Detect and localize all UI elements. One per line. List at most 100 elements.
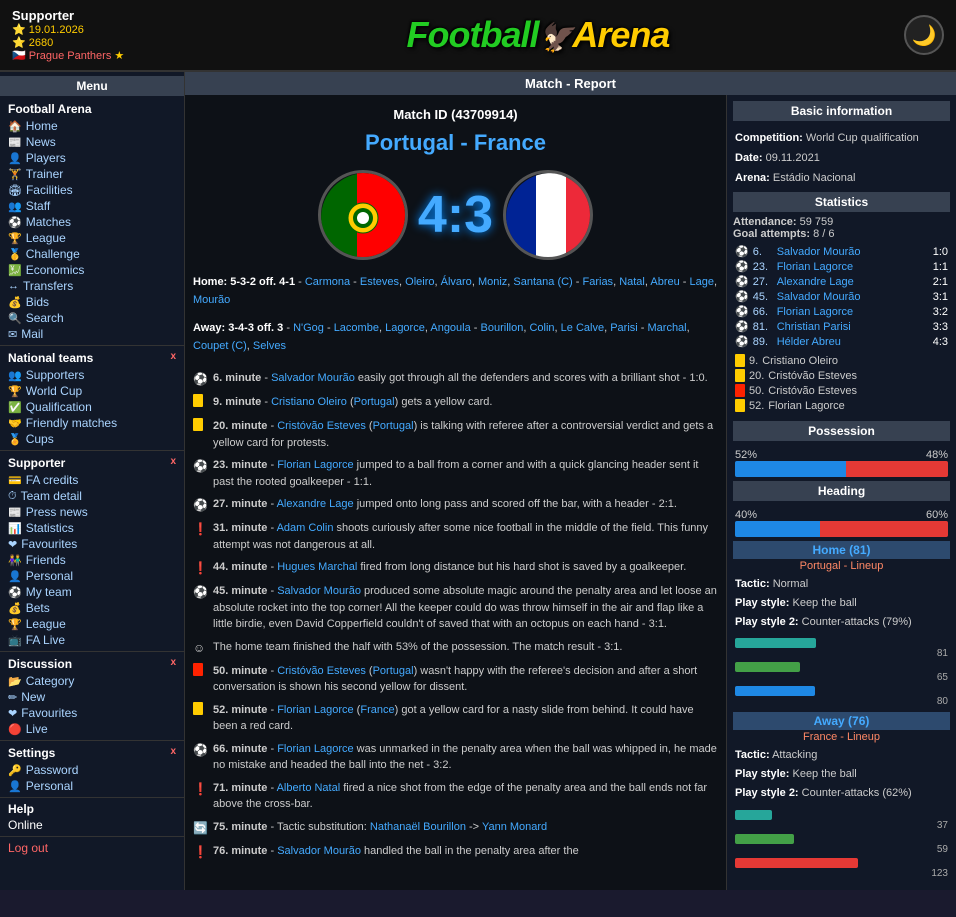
sidebar-item-friendly[interactable]: 🤝Friendly matches — [0, 415, 184, 431]
home-lineup-sub[interactable]: Portugal - Lineup — [733, 559, 950, 573]
ev-colin[interactable]: Adam Colin — [277, 522, 334, 534]
sidebar-item-transfers[interactable]: ↔Transfers — [0, 278, 184, 294]
event-icon-3 — [193, 418, 209, 436]
ev-natal[interactable]: Alberto Natal — [277, 782, 341, 794]
sidebar-item-team-detail[interactable]: ⏱Team detail — [0, 488, 184, 504]
sidebar-item-fa-live[interactable]: 📺FA Live — [0, 632, 184, 648]
ev-monard[interactable]: Yann Monard — [482, 821, 547, 833]
ev-esteves2[interactable]: Cristóvão Esteves — [277, 665, 366, 677]
ev-lagorce1[interactable]: Florian Lagorce — [277, 459, 353, 471]
goal-row-7: ⚽ 89. Hélder Abreu 4:3 — [733, 334, 950, 349]
sidebar-item-logout[interactable]: Log out — [0, 840, 184, 856]
player-selves[interactable]: Selves — [253, 340, 286, 352]
sidebar-item-mail[interactable]: ✉Mail — [0, 326, 184, 342]
ev-marchal[interactable]: Hugues Marchal — [277, 561, 357, 573]
sidebar-item-qualification[interactable]: ✅Qualification — [0, 399, 184, 415]
away-lineup-text: Away: 3-4-3 off. 3 - N'Gog - Lacombe, La… — [193, 316, 718, 359]
sidebar-item-statistics[interactable]: 📊Statistics — [0, 520, 184, 536]
player-marchal[interactable]: Marchal — [648, 322, 687, 334]
sidebar-item-players[interactable]: 👤Players — [0, 150, 184, 166]
card-player-4[interactable]: Florian Lagorce — [768, 400, 844, 412]
player-mourao[interactable]: Mourão — [193, 294, 230, 306]
player-lacombe[interactable]: Lacombe — [334, 322, 379, 334]
sidebar-item-news[interactable]: 📰News — [0, 134, 184, 150]
sidebar-item-new[interactable]: ✏New — [0, 689, 184, 705]
player-coupet[interactable]: Coupet (C) — [193, 340, 247, 352]
ev-salvador2[interactable]: Salvador Mourão — [277, 585, 361, 597]
ev-salvador3[interactable]: Salvador Mourão — [277, 845, 361, 857]
player-parisi[interactable]: Parisi — [610, 322, 638, 334]
card-player-3[interactable]: Cristóvão Esteves — [768, 385, 857, 397]
player-esteves[interactable]: Esteves — [360, 276, 399, 288]
card-player-2[interactable]: Cristóvão Esteves — [768, 370, 857, 382]
match-side: Basic information Competition: World Cup… — [726, 95, 956, 890]
ev-oleiro[interactable]: Cristiano Oleiro — [271, 396, 347, 408]
sidebar-item-fav[interactable]: ❤Favourites — [0, 705, 184, 721]
player-carmona[interactable]: Carmona — [305, 276, 350, 288]
heading-away — [820, 521, 948, 537]
ev-lagorce3[interactable]: Florian Lagorce — [277, 743, 353, 755]
sidebar-item-home[interactable]: 🏠Home — [0, 118, 184, 134]
sidebar-item-myteam[interactable]: ⚽My team — [0, 584, 184, 600]
sidebar-item-worldcup[interactable]: 🏆World Cup — [0, 383, 184, 399]
event-icon-12: ⚽ — [193, 741, 209, 759]
sidebar-item-economics[interactable]: 💹Economics — [0, 262, 184, 278]
goal-player-7[interactable]: Hélder Abreu — [777, 336, 914, 348]
sidebar-item-personal2[interactable]: 👤Personal — [0, 778, 184, 794]
section-national: National teamsx — [0, 349, 184, 367]
score-area: 4:3 — [193, 160, 718, 270]
sidebar-item-live[interactable]: 🔴Live — [0, 721, 184, 737]
goal-player-5[interactable]: Florian Lagorce — [777, 306, 914, 318]
sidebar-item-matches[interactable]: ⚽Matches — [0, 214, 184, 230]
goal-player-4[interactable]: Salvador Mourão — [777, 291, 914, 303]
sidebar-item-facilities[interactable]: 🏟Facilities — [0, 182, 184, 198]
ev-esteves1[interactable]: Cristóvão Esteves — [277, 420, 366, 432]
sidebar-item-fa-credits[interactable]: 💳FA credits — [0, 472, 184, 488]
sidebar-item-staff[interactable]: 👥Staff — [0, 198, 184, 214]
sidebar-item-favourites[interactable]: ❤Favourites — [0, 536, 184, 552]
sidebar-item-friends[interactable]: 👫Friends — [0, 552, 184, 568]
player-lage[interactable]: Lage — [690, 276, 714, 288]
goal-player-2[interactable]: Florian Lagorce — [777, 261, 914, 273]
player-natal[interactable]: Natal — [619, 276, 645, 288]
ev-lage[interactable]: Alexandre Lage — [277, 498, 354, 510]
player-santana[interactable]: Santana (C) — [513, 276, 572, 288]
player-alvaro[interactable]: Álvaro — [441, 276, 472, 288]
goal-player-6[interactable]: Christian Parisi — [777, 321, 914, 333]
player-ngog[interactable]: N'Gog — [293, 322, 324, 334]
sidebar-item-league[interactable]: 🏆League — [0, 230, 184, 246]
player-abreu[interactable]: Abreu — [650, 276, 679, 288]
ev-bourillon[interactable]: Nathanaël Bourillon — [370, 821, 466, 833]
sidebar-item-category[interactable]: 📂Category — [0, 673, 184, 689]
card-player-1[interactable]: Cristiano Oleiro — [762, 355, 838, 367]
sidebar-item-search[interactable]: 🔍Search — [0, 310, 184, 326]
sidebar-item-bids[interactable]: 💰Bids — [0, 294, 184, 310]
sidebar-item-cups[interactable]: 🏅Cups — [0, 431, 184, 447]
event-icon-8: ⚽ — [193, 583, 209, 601]
card-row-1: 9. Cristiano Oleiro — [733, 353, 950, 368]
player-lecalve[interactable]: Le Calve — [561, 322, 604, 334]
moon-icon[interactable]: 🌙 — [904, 15, 944, 55]
away-lineup-sub[interactable]: France - Lineup — [733, 730, 950, 744]
player-angoula[interactable]: Angoula — [430, 322, 470, 334]
sidebar-item-press-news[interactable]: 📰Press news — [0, 504, 184, 520]
sidebar-item-personal[interactable]: 👤Personal — [0, 568, 184, 584]
sidebar-item-league2[interactable]: 🏆League — [0, 616, 184, 632]
player-oleiro[interactable]: Oleiro — [405, 276, 434, 288]
goal-player-1[interactable]: Salvador Mourão — [777, 246, 914, 258]
player-farias[interactable]: Farias — [583, 276, 614, 288]
sidebar-item-trainer[interactable]: 🏋Trainer — [0, 166, 184, 182]
supporter-team[interactable]: 🇨🇿 Prague Panthers ★ — [12, 49, 172, 62]
player-moniz[interactable]: Moniz — [478, 276, 507, 288]
ev-lagorce2[interactable]: Florian Lagorce — [277, 704, 353, 716]
ev-salvador1[interactable]: Salvador Mourão — [271, 372, 355, 384]
player-colin[interactable]: Colin — [529, 322, 554, 334]
sidebar-item-supporters[interactable]: 👥Supporters — [0, 367, 184, 383]
player-bourillon[interactable]: Bourillon — [481, 322, 524, 334]
sidebar-item-password[interactable]: 🔑Password — [0, 762, 184, 778]
sidebar-item-bets[interactable]: 💰Bets — [0, 600, 184, 616]
sidebar-item-challenge[interactable]: 🥇Challenge — [0, 246, 184, 262]
heading-home — [735, 521, 820, 537]
player-lagorce[interactable]: Lagorce — [385, 322, 425, 334]
goal-player-3[interactable]: Alexandre Lage — [777, 276, 914, 288]
